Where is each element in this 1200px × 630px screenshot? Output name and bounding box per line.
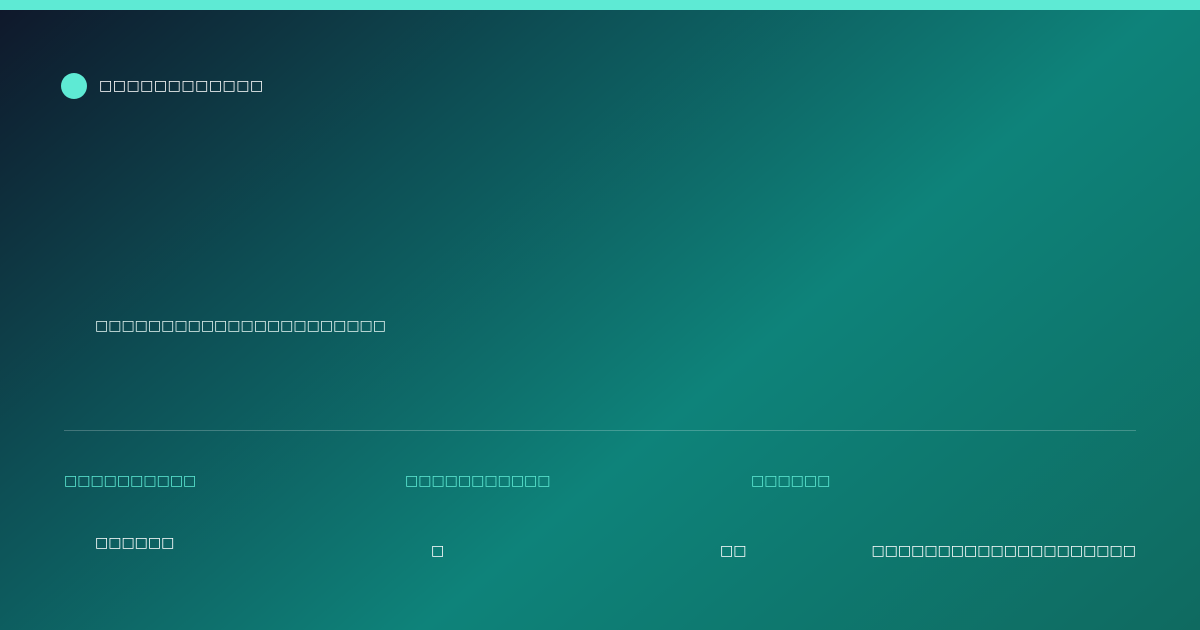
stat-value: □□□□□□ [95, 535, 175, 551]
brand-dot-icon [61, 73, 87, 99]
accent-top-bar [0, 0, 1200, 10]
stat-value: □ [431, 543, 445, 559]
stat-label: □□□□□□ [751, 473, 831, 489]
site-url: □□□□□□□□□□□□□□□□□□□□ [871, 543, 1136, 559]
stat-label: □□□□□□□□□□□ [405, 473, 551, 489]
divider [64, 430, 1136, 431]
brand: □□□□□□□□□□□□ [61, 73, 264, 99]
headline: □□□□□□□□□□□□□□□□□□□□□□ [95, 318, 387, 334]
share-card: □□□□□□□□□□□□ □□□□□□□□□□□□□□□□□□□□□□ □□□□… [0, 0, 1200, 630]
stat-value: □□ [720, 543, 747, 559]
stat-label: □□□□□□□□□□ [64, 473, 197, 489]
brand-name: □□□□□□□□□□□□ [99, 78, 264, 94]
